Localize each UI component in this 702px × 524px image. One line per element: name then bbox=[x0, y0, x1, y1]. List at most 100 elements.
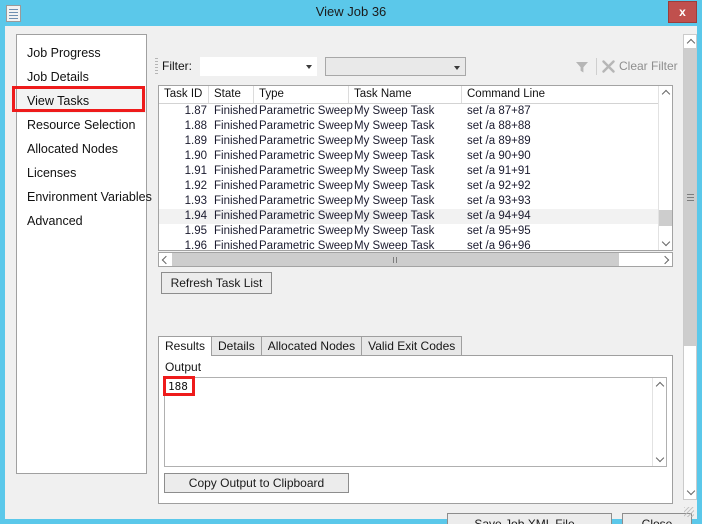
cell-type: Parametric Sweep bbox=[259, 195, 353, 207]
cell-type: Parametric Sweep bbox=[259, 240, 353, 251]
cell-state: Finished bbox=[214, 105, 258, 117]
resize-grip[interactable] bbox=[684, 507, 694, 517]
column-header-type[interactable]: Type bbox=[254, 86, 349, 103]
copy-output-to-clipboard-button[interactable]: Copy Output to Clipboard bbox=[164, 473, 349, 493]
cell-state: Finished bbox=[214, 135, 258, 147]
cell-type: Parametric Sweep bbox=[259, 210, 353, 222]
refresh-task-list-button[interactable]: Refresh Task List bbox=[161, 272, 272, 294]
grid-vertical-scrollbar[interactable] bbox=[658, 86, 672, 250]
filter-toolbar: Filter: Clear Filter bbox=[153, 54, 681, 80]
cell-task-id: 1.92 bbox=[184, 180, 207, 192]
toolbar-grip[interactable] bbox=[155, 58, 158, 76]
cell-state: Finished bbox=[214, 210, 258, 222]
output-value: 188 bbox=[168, 380, 188, 393]
funnel-icon[interactable] bbox=[575, 60, 589, 74]
cell-command-line: set /a 91+91 bbox=[467, 165, 531, 177]
title-bar: View Job 36 x bbox=[0, 0, 702, 26]
cell-type: Parametric Sweep bbox=[259, 120, 353, 132]
sidebar-item-resource-selection[interactable]: Resource Selection bbox=[17, 113, 146, 137]
scroll-down-button[interactable] bbox=[659, 236, 672, 250]
scroll-right-button[interactable] bbox=[659, 253, 672, 266]
cell-task-name: My Sweep Task bbox=[354, 120, 435, 132]
column-header-task-name[interactable]: Task Name bbox=[349, 86, 462, 103]
cell-task-id: 1.94 bbox=[184, 210, 207, 222]
tab-results[interactable]: Results bbox=[158, 336, 213, 356]
column-header-command-line[interactable]: Command Line bbox=[462, 86, 672, 103]
table-row[interactable]: 1.96 Finished Parametric Sweep My Sweep … bbox=[159, 239, 659, 251]
cell-task-id: 1.90 bbox=[184, 150, 207, 162]
scroll-up-button[interactable] bbox=[684, 35, 696, 49]
clear-filter-button[interactable]: Clear Filter bbox=[619, 59, 678, 73]
close-button[interactable]: Close bbox=[622, 513, 692, 524]
sidebar-item-label: Licenses bbox=[27, 166, 77, 180]
tab-strip: Results Details Allocated Nodes Valid Ex… bbox=[158, 336, 463, 356]
sidebar-item-label: Advanced bbox=[27, 214, 83, 228]
sidebar-item-environment-variables[interactable]: Environment Variables bbox=[17, 185, 152, 209]
table-row[interactable]: 1.91 Finished Parametric Sweep My Sweep … bbox=[159, 164, 659, 179]
sidebar-item-advanced[interactable]: Advanced bbox=[17, 209, 146, 233]
cell-task-id: 1.87 bbox=[184, 105, 207, 117]
sidebar-item-label: Environment Variables bbox=[27, 190, 152, 204]
filter-value-combo[interactable] bbox=[325, 57, 466, 76]
window-close-button[interactable]: x bbox=[668, 1, 697, 23]
sidebar-item-allocated-nodes[interactable]: Allocated Nodes bbox=[17, 137, 146, 161]
scroll-up-button[interactable] bbox=[659, 86, 672, 100]
table-row[interactable]: 1.92 Finished Parametric Sweep My Sweep … bbox=[159, 179, 659, 194]
sidebar-item-job-progress[interactable]: Job Progress bbox=[17, 41, 146, 65]
page-vertical-scrollbar[interactable] bbox=[683, 34, 697, 500]
view-job-window: View Job 36 x Job Progress Job Details V… bbox=[0, 0, 702, 524]
page-scroll-thumb[interactable] bbox=[684, 48, 696, 346]
table-row[interactable]: 1.93 Finished Parametric Sweep My Sweep … bbox=[159, 194, 659, 209]
cell-command-line: set /a 93+93 bbox=[467, 195, 531, 207]
cell-command-line: set /a 88+88 bbox=[467, 120, 531, 132]
column-header-task-id[interactable]: Task ID bbox=[159, 86, 209, 103]
cell-task-name: My Sweep Task bbox=[354, 135, 435, 147]
scroll-down-button[interactable] bbox=[684, 485, 696, 499]
toolbar-separator bbox=[596, 58, 597, 75]
cell-command-line: set /a 92+92 bbox=[467, 180, 531, 192]
sidebar-item-job-details[interactable]: Job Details bbox=[17, 65, 146, 89]
scroll-left-button[interactable] bbox=[159, 253, 172, 266]
cell-state: Finished bbox=[214, 195, 258, 207]
cell-command-line: set /a 90+90 bbox=[467, 150, 531, 162]
grid-hscroll-thumb[interactable] bbox=[172, 253, 619, 266]
grid-scroll-thumb[interactable] bbox=[659, 210, 672, 226]
cell-state: Finished bbox=[214, 120, 258, 132]
save-job-xml-button[interactable]: Save Job XML File... bbox=[447, 513, 612, 524]
sidebar-item-label: Resource Selection bbox=[27, 118, 136, 132]
cell-type: Parametric Sweep bbox=[259, 225, 353, 237]
cell-command-line: set /a 95+95 bbox=[467, 225, 531, 237]
output-textarea[interactable]: 188 bbox=[163, 376, 667, 467]
cell-state: Finished bbox=[214, 240, 258, 251]
sidebar-item-label: Job Details bbox=[27, 70, 89, 84]
scroll-down-button[interactable] bbox=[653, 452, 666, 466]
task-grid: Task ID State Type Task Name Command Lin… bbox=[158, 85, 673, 251]
table-row[interactable]: 1.89 Finished Parametric Sweep My Sweep … bbox=[159, 134, 659, 149]
cell-type: Parametric Sweep bbox=[259, 135, 353, 147]
table-row[interactable]: 1.88 Finished Parametric Sweep My Sweep … bbox=[159, 119, 659, 134]
tab-valid-exit-codes[interactable]: Valid Exit Codes bbox=[361, 336, 463, 356]
table-row-selected[interactable]: 1.94 Finished Parametric Sweep My Sweep … bbox=[159, 209, 659, 224]
sidebar-item-view-tasks[interactable]: View Tasks bbox=[12, 86, 146, 113]
tab-details[interactable]: Details bbox=[211, 336, 262, 356]
scroll-up-button[interactable] bbox=[653, 378, 666, 392]
page-scroll-track[interactable] bbox=[684, 48, 696, 487]
cell-task-id: 1.89 bbox=[184, 135, 207, 147]
column-header-state[interactable]: State bbox=[209, 86, 254, 103]
table-row[interactable]: 1.90 Finished Parametric Sweep My Sweep … bbox=[159, 149, 659, 164]
navigation-sidebar: Job Progress Job Details View Tasks Reso… bbox=[12, 34, 152, 474]
clear-filter-x-icon[interactable] bbox=[602, 60, 615, 73]
table-row[interactable]: 1.87 Finished Parametric Sweep My Sweep … bbox=[159, 104, 659, 119]
cell-type: Parametric Sweep bbox=[259, 165, 353, 177]
cell-state: Finished bbox=[214, 225, 258, 237]
sidebar-item-licenses[interactable]: Licenses bbox=[17, 161, 146, 185]
cell-task-id: 1.88 bbox=[184, 120, 207, 132]
chevron-down-icon bbox=[306, 65, 312, 69]
tab-allocated-nodes[interactable]: Allocated Nodes bbox=[260, 336, 363, 356]
filter-field-combo[interactable] bbox=[200, 57, 317, 76]
cell-task-name: My Sweep Task bbox=[354, 240, 435, 251]
output-vertical-scrollbar[interactable] bbox=[652, 378, 666, 466]
table-row[interactable]: 1.95 Finished Parametric Sweep My Sweep … bbox=[159, 224, 659, 239]
grid-horizontal-scrollbar[interactable] bbox=[158, 252, 673, 267]
cell-type: Parametric Sweep bbox=[259, 150, 353, 162]
